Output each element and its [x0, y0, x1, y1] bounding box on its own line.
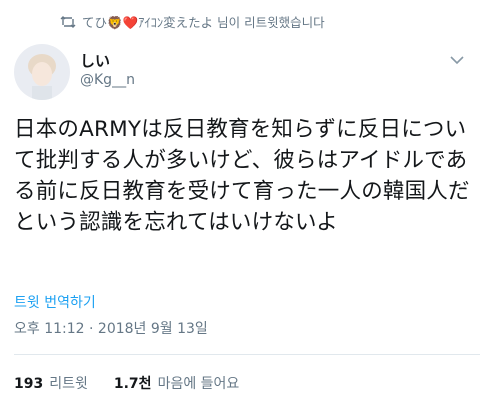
translate-link[interactable]: 트윗 번역하기	[14, 292, 96, 312]
author-handle[interactable]: @Kg__n	[80, 72, 135, 88]
tweet-text: 日本のARMYは反日教育を知らずに反日について批判する人が多いけど、彼らはアイド…	[14, 117, 470, 235]
tweet-stats: 193 리트윗 1.7천 마음에 들어요	[14, 373, 239, 393]
chevron-down-icon[interactable]	[450, 50, 464, 69]
retweets-label[interactable]: 리트윗	[49, 373, 88, 393]
avatar[interactable]	[14, 44, 70, 100]
likes-label[interactable]: 마음에 들어요	[158, 373, 240, 393]
retweet-notice: てひ🦁❤️ｱｲｺﾝ変えたよ 님이 리트윗했습니다	[60, 12, 325, 31]
tweet-timestamp: 오후 11:12 · 2018년 9월 13일	[14, 321, 208, 337]
retweets-count[interactable]: 193	[14, 376, 43, 392]
author-name[interactable]: しい	[80, 50, 110, 71]
likes-count[interactable]: 1.7천	[114, 373, 152, 393]
divider	[14, 354, 480, 355]
retweet-icon	[60, 15, 76, 28]
retweet-notice-text: てひ🦁❤️ｱｲｺﾝ変えたよ 님이 리트윗했습니다	[82, 15, 325, 30]
